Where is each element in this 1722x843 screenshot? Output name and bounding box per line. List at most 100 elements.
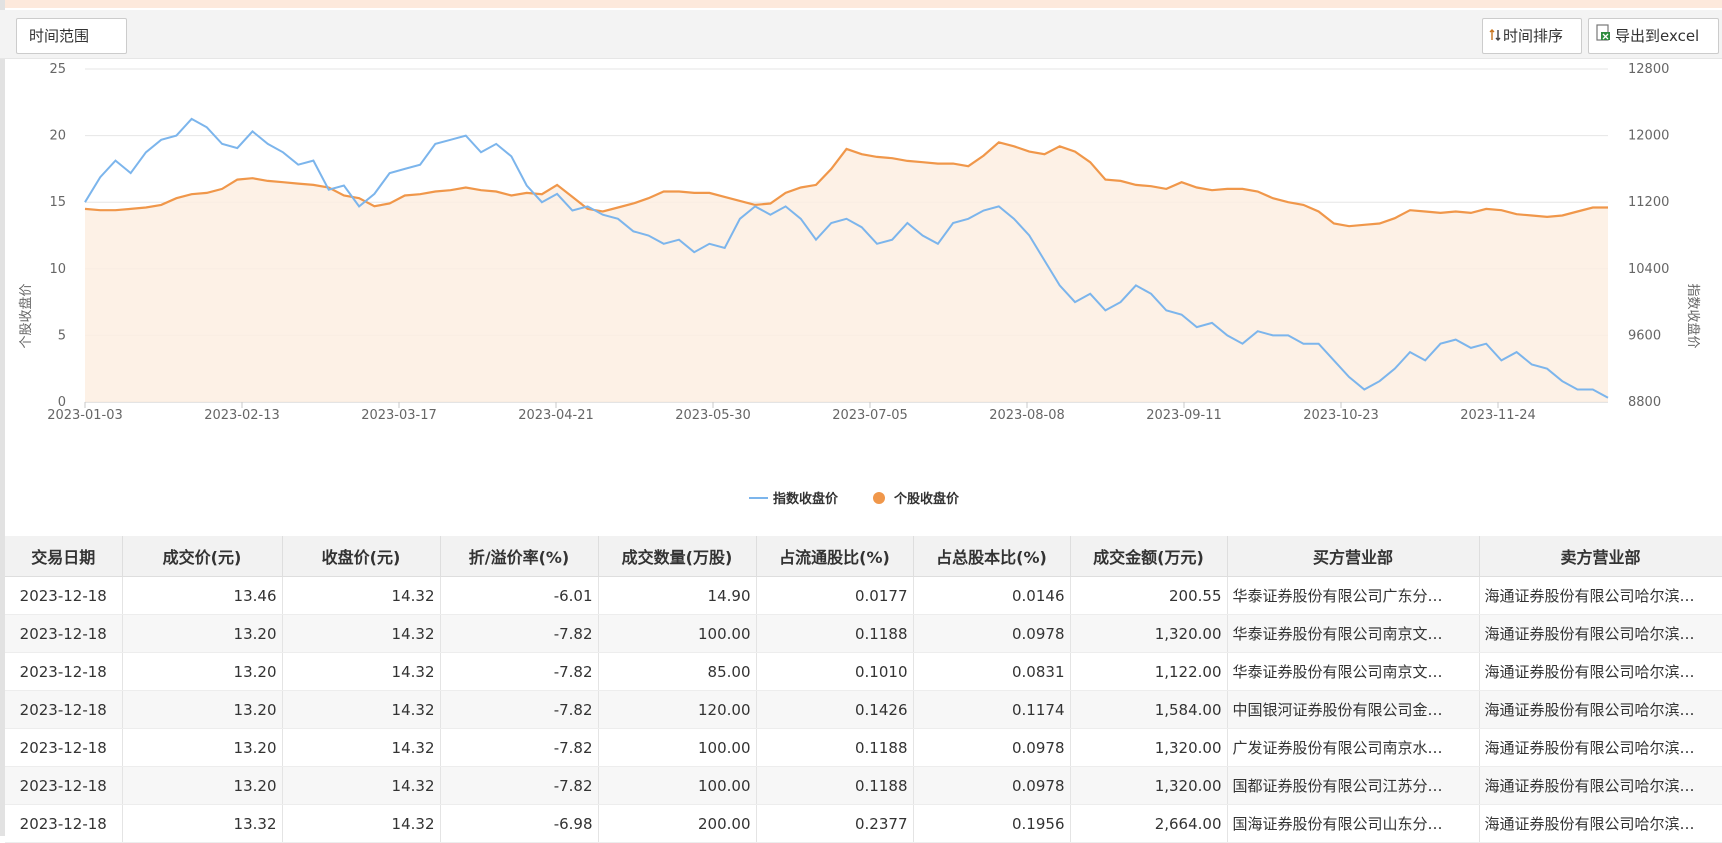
- table-cell[interactable]: 海通证券股份有限公司哈尔滨…: [1479, 728, 1722, 767]
- table-cell: 1,320.00: [1070, 614, 1228, 653]
- table-cell: 100.00: [598, 614, 757, 653]
- left-axis-title: 个股收盘价: [18, 283, 34, 348]
- table-cell[interactable]: 海通证券股份有限公司哈尔滨…: [1479, 766, 1722, 805]
- table-cell: 200.00: [598, 804, 757, 843]
- table-row: 2023-12-18 13.20 14.32 -7.82 100.00 0.1188 0.0…: [5, 728, 1722, 767]
- table-cell: -6.98: [440, 804, 599, 843]
- table-row: 2023-12-18 13.32 14.32 -6.98 200.00 0.2377 0.1…: [5, 804, 1722, 843]
- table-cell: 0.1426: [756, 690, 914, 729]
- table-cell[interactable]: 海通证券股份有限公司哈尔滨…: [1479, 614, 1722, 653]
- table-cell[interactable]: 华泰证券股份有限公司南京文…: [1227, 652, 1480, 691]
- table-cell[interactable]: 国都证券股份有限公司江苏分…: [1227, 766, 1480, 805]
- y-right-tick-label: 11200: [1628, 195, 1669, 210]
- y-left-tick-label: 15: [49, 195, 66, 210]
- table-cell: 14.32: [282, 804, 441, 843]
- table-cell: 1,320.00: [1070, 728, 1228, 767]
- legend-item-index[interactable]: 指数收盘价: [749, 491, 839, 507]
- table-cell: 14.32: [282, 766, 441, 805]
- table-cell: 85.00: [598, 652, 757, 691]
- x-tick-label: 2023-07-05: [832, 408, 908, 423]
- table-cell: 14.32: [282, 728, 441, 767]
- stock-area-fill: [85, 142, 1608, 403]
- block-trade-table: 交易日期 成交价(元) 收盘价(元) 折/溢价率(%) 成交数量(万股) 占流通股比(%)…: [5, 536, 1722, 843]
- toolbar: 时间范围 时间排序 导出到excel: [0, 10, 1722, 59]
- table-cell[interactable]: 国海证券股份有限公司山东分…: [1227, 804, 1480, 843]
- right-axis-title: 指数收盘价: [1685, 283, 1701, 348]
- table-cell[interactable]: 广发证券股份有限公司南京水…: [1227, 728, 1480, 767]
- table-cell: 2023-12-18: [5, 728, 123, 767]
- legend: 指数收盘价 个股收盘价: [749, 491, 960, 507]
- table-cell[interactable]: 海通证券股份有限公司哈尔滨…: [1479, 652, 1722, 691]
- column-header[interactable]: 买方营业部: [1227, 536, 1480, 577]
- table-cell: 13.20: [122, 614, 283, 653]
- price-chart: 0 88005 960010 1040015 1120020 1200025 1280020…: [18, 62, 1701, 507]
- table-body: 2023-12-18 13.46 14.32 -6.01 14.90 0.0177 0.01…: [5, 576, 1722, 843]
- y-right-tick-label: 9600: [1628, 328, 1661, 343]
- table-cell[interactable]: 海通证券股份有限公司哈尔滨…: [1479, 804, 1722, 843]
- table-cell: 13.20: [122, 690, 283, 729]
- x-tick-label: 2023-11-24: [1460, 408, 1536, 423]
- table-cell: 100.00: [598, 766, 757, 805]
- x-tick-label: 2023-04-21: [518, 408, 594, 423]
- table-cell: 0.1956: [913, 804, 1071, 843]
- column-header[interactable]: 占总股本比(%): [913, 536, 1071, 577]
- column-header[interactable]: 成交价(元): [122, 536, 283, 577]
- y-left-tick-label: 25: [49, 62, 66, 77]
- column-header[interactable]: 交易日期: [5, 536, 123, 577]
- y-right-tick-label: 10400: [1628, 262, 1669, 277]
- table-cell: 14.32: [282, 690, 441, 729]
- column-header[interactable]: 折/溢价率(%): [440, 536, 599, 577]
- column-header[interactable]: 收盘价(元): [282, 536, 441, 577]
- table-cell: 13.20: [122, 728, 283, 767]
- x-tick-label: 2023-05-30: [675, 408, 751, 423]
- table-cell: 0.0978: [913, 728, 1071, 767]
- y-right-tick-label: 12800: [1628, 62, 1669, 77]
- time-sort-button[interactable]: 时间排序: [1482, 18, 1582, 54]
- column-header[interactable]: 成交数量(万股): [598, 536, 757, 577]
- x-tick-label: 2023-09-11: [1146, 408, 1222, 423]
- table-cell: 120.00: [598, 690, 757, 729]
- table-cell: -6.01: [440, 576, 599, 615]
- table-row: 2023-12-18 13.46 14.32 -6.01 14.90 0.0177 0.01…: [5, 576, 1722, 615]
- table-cell: 2,664.00: [1070, 804, 1228, 843]
- table-cell[interactable]: 华泰证券股份有限公司南京文…: [1227, 614, 1480, 653]
- table-cell: 2023-12-18: [5, 614, 123, 653]
- sort-arrows-icon: [1489, 20, 1501, 54]
- table-cell: -7.82: [440, 690, 599, 729]
- table-cell: -7.82: [440, 614, 599, 653]
- table-cell[interactable]: 中国银河证券股份有限公司金…: [1227, 690, 1480, 729]
- x-tick-label: 2023-02-13: [204, 408, 280, 423]
- table-cell: 0.1188: [756, 766, 914, 805]
- x-tick-label: 2023-03-17: [361, 408, 437, 423]
- table-cell[interactable]: 华泰证券股份有限公司广东分…: [1227, 576, 1480, 615]
- table-cell: 0.0978: [913, 766, 1071, 805]
- x-tick-label: 2023-10-23: [1303, 408, 1379, 423]
- table-cell: 1,122.00: [1070, 652, 1228, 691]
- table-cell: 0.0978: [913, 614, 1071, 653]
- column-header[interactable]: 成交金额(万元): [1070, 536, 1228, 577]
- table-cell: 13.46: [122, 576, 283, 615]
- table-cell[interactable]: 海通证券股份有限公司哈尔滨…: [1479, 576, 1722, 615]
- table-cell: 100.00: [598, 728, 757, 767]
- table-cell: 13.20: [122, 766, 283, 805]
- column-header[interactable]: 占流通股比(%): [756, 536, 914, 577]
- export-excel-button[interactable]: 导出到excel: [1588, 18, 1719, 54]
- y-right-tick-label: 12000: [1628, 129, 1669, 144]
- y-left-tick-label: 20: [49, 129, 66, 144]
- y-left-tick-label: 10: [49, 262, 66, 277]
- table-header-row: 交易日期 成交价(元) 收盘价(元) 折/溢价率(%) 成交数量(万股) 占流通股比(%)…: [5, 536, 1722, 577]
- table-cell: 0.0177: [756, 576, 914, 615]
- table-cell[interactable]: 海通证券股份有限公司哈尔滨…: [1479, 690, 1722, 729]
- legend-item-stock[interactable]: 个股收盘价: [873, 491, 960, 507]
- x-tick-label: 2023-01-03: [47, 408, 123, 423]
- stock-area: [84, 141, 1608, 403]
- y-left-tick-label: 5: [58, 328, 66, 343]
- table-cell: 2023-12-18: [5, 576, 123, 615]
- excel-export-icon: [1595, 20, 1613, 54]
- column-header[interactable]: 卖方营业部: [1479, 536, 1722, 577]
- legend-index-label: 指数收盘价: [773, 491, 839, 507]
- table-cell: 1,584.00: [1070, 690, 1228, 729]
- time-range-button[interactable]: 时间范围: [16, 18, 127, 54]
- table-cell: 2023-12-18: [5, 690, 123, 729]
- table-cell: 0.1188: [756, 728, 914, 767]
